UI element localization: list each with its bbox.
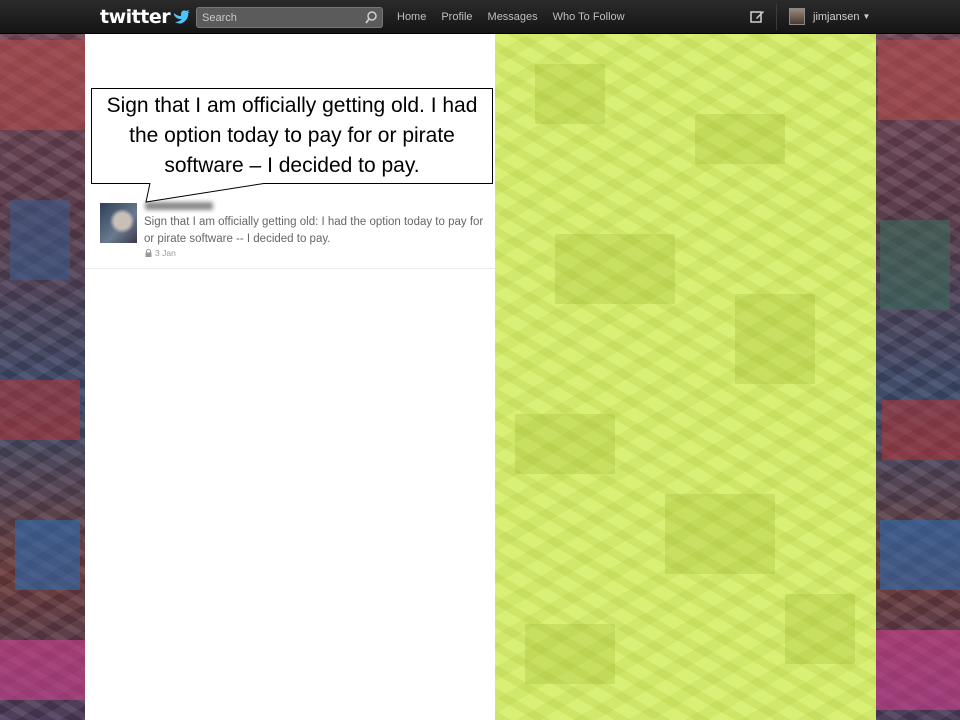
account-menu[interactable]: jimjansen ▼ xyxy=(789,8,870,25)
username: jimjansen xyxy=(813,10,860,23)
top-bar: twitter Home Profile Messages Who To Fol… xyxy=(0,0,960,34)
search-input[interactable] xyxy=(197,8,357,28)
nav-who-to-follow[interactable]: Who To Follow xyxy=(553,11,625,23)
chevron-down-icon: ▼ xyxy=(862,12,871,21)
main-nav: Home Profile Messages Who To Follow xyxy=(397,11,640,23)
side-panel-overlay xyxy=(495,34,876,720)
compose-icon[interactable] xyxy=(750,9,765,24)
topbar-divider xyxy=(776,4,777,30)
search-icon[interactable] xyxy=(365,11,377,24)
tweet-meta: 3 Jan xyxy=(145,248,176,258)
search-box[interactable] xyxy=(196,7,383,28)
tweet-avatar[interactable] xyxy=(100,203,137,243)
nav-messages[interactable]: Messages xyxy=(488,11,538,23)
twitter-bird-icon xyxy=(174,9,191,24)
callout-bubble: Sign that I am officially getting old. I… xyxy=(91,88,493,184)
avatar xyxy=(789,8,805,25)
callout-tail xyxy=(145,183,268,203)
tweet-text: Sign that I am officially getting old: I… xyxy=(144,216,484,245)
lock-icon xyxy=(145,249,152,257)
tweet-item[interactable]: Sign that I am officially getting old: I… xyxy=(85,199,495,269)
nav-home[interactable]: Home xyxy=(397,11,426,23)
tweet-author-redacted xyxy=(145,202,213,210)
tweet-date[interactable]: 3 Jan xyxy=(155,248,176,258)
nav-profile[interactable]: Profile xyxy=(441,11,472,23)
logo-text: twitter xyxy=(100,6,171,28)
callout-text: Sign that I am officially getting old. I… xyxy=(106,94,478,177)
twitter-logo[interactable]: twitter xyxy=(100,6,191,28)
